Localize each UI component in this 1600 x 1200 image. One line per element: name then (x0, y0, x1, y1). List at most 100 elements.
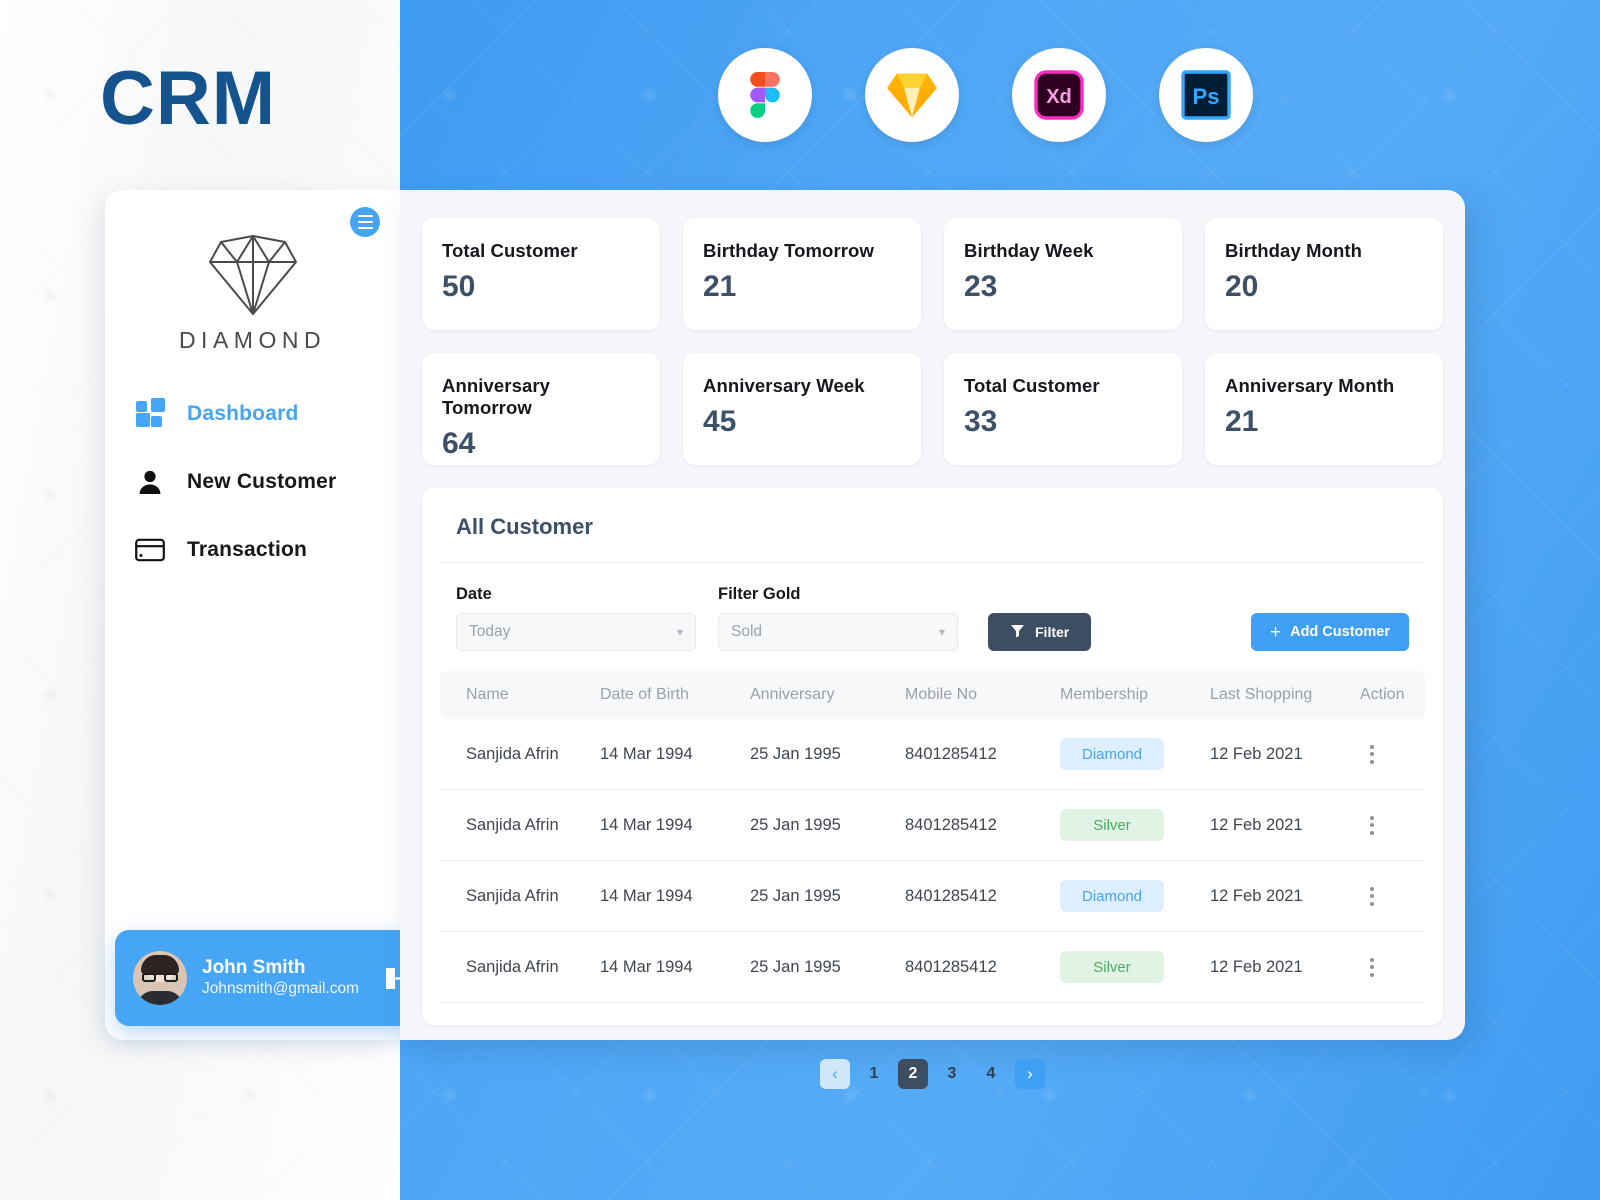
date-select-value: Today (469, 623, 511, 640)
date-filter-label: Date (456, 585, 492, 603)
pagination-page-3[interactable]: 3 (937, 1059, 967, 1089)
cell-name: Sanjida Afrin (440, 931, 600, 1003)
gold-filter-label: Filter Gold (718, 585, 801, 603)
filter-button-label: Filter (1035, 624, 1070, 640)
stat-card-value: 20 (1225, 270, 1259, 303)
cell-mobile-no: 8401285412 (905, 719, 1060, 790)
row-action-menu-icon[interactable] (1360, 815, 1384, 835)
pagination-page-4[interactable]: 4 (976, 1059, 1006, 1089)
stat-cards-grid: Total Customer 50 Birthday Tomorrow 21 B… (422, 218, 1443, 465)
stat-card-label: Anniversary Month (1225, 375, 1395, 396)
stat-card-label: Total Customer (442, 240, 578, 261)
cell-last-shopping: 12 Feb 2021 (1210, 860, 1360, 932)
column-header-anniversary: Anniversary (750, 671, 905, 719)
stat-card-value: 23 (964, 270, 998, 303)
date-select[interactable]: Today ▾ (456, 613, 696, 651)
hamburger-line (357, 220, 373, 224)
grid-icon (133, 398, 167, 427)
stat-card: Anniversary Month 21 (1205, 353, 1443, 465)
row-action-menu-icon[interactable] (1360, 957, 1384, 977)
status-badge: Silver (1060, 809, 1164, 841)
cell-name: Sanjida Afrin (440, 860, 600, 932)
row-action-menu-icon[interactable] (1360, 886, 1384, 906)
status-badge: Diamond (1060, 880, 1164, 912)
stat-card-label: Total Customer (964, 375, 1100, 396)
table-row[interactable]: Sanjida Afrin 14 Mar 1994 25 Jan 1995 84… (440, 789, 1425, 861)
cell-membership: Diamond (1060, 860, 1210, 932)
tool-icons-row: Xd Ps (718, 48, 1253, 142)
stat-card: Anniversary Tomorrow 64 (422, 353, 660, 465)
cell-last-shopping: 12 Feb 2021 (1210, 931, 1360, 1003)
chevron-down-icon: ▾ (938, 625, 945, 639)
add-customer-button[interactable]: + Add Customer (1250, 613, 1409, 651)
gold-filter-field: Filter Gold Sold ▾ (718, 585, 958, 651)
gold-select[interactable]: Sold ▾ (718, 613, 958, 651)
stat-card-label: Anniversary Tomorrow (442, 375, 551, 418)
status-badge: Diamond (1060, 738, 1164, 770)
gold-select-value: Sold (731, 623, 763, 640)
hamburger-line (357, 214, 373, 218)
stat-card: Total Customer 50 (422, 218, 660, 330)
cell-name: Sanjida Afrin (440, 719, 600, 790)
table-row[interactable]: Sanjida Afrin 14 Mar 1994 25 Jan 1995 84… (440, 931, 1425, 1003)
cell-date-of-birth: 14 Mar 1994 (600, 860, 750, 932)
pagination-prev-button[interactable]: ‹ (820, 1059, 850, 1089)
cell-mobile-no: 8401285412 (905, 931, 1060, 1003)
pagination-page-1[interactable]: 1 (859, 1059, 889, 1089)
cell-last-shopping: 12 Feb 2021 (1210, 719, 1360, 790)
user-identity: John Smith Johnsmith@gmail.com (202, 956, 359, 1001)
brand-logo-word: DIAMOND (178, 327, 327, 353)
user-email: Johnsmith@gmail.com (202, 980, 360, 998)
cell-last-shopping: 12 Feb 2021 (1210, 789, 1360, 861)
status-badge: Silver (1060, 951, 1164, 983)
cell-action (1360, 860, 1425, 932)
stat-card-value: 50 (442, 270, 476, 303)
sidebar-item-label: Transaction (187, 538, 308, 561)
cell-membership: Silver (1060, 789, 1210, 861)
sidebar-item-new-customer[interactable]: New Customer (105, 448, 400, 516)
sidebar-nav: Dashboard New Customer Transaction (105, 380, 400, 584)
stat-card-value: 45 (703, 405, 737, 438)
cell-membership: Diamond (1060, 719, 1210, 790)
sidebar-item-label: New Customer (187, 470, 337, 493)
screenshot-root: CRM Xd Ps DIAMOND Dashboard New Customer… (0, 0, 1600, 1200)
cell-name: Sanjida Afrin (440, 789, 600, 861)
stat-card: Anniversary Week 45 (683, 353, 921, 465)
column-header-last-shopping: Last Shopping (1210, 671, 1360, 719)
main-content: Total Customer 50 Birthday Tomorrow 21 B… (400, 190, 1465, 1089)
add-customer-button-label: Add Customer (1290, 624, 1390, 640)
plus-icon: + (1269, 621, 1282, 643)
filter-button[interactable]: Filter (988, 613, 1092, 651)
sidebar-item-transaction[interactable]: Transaction (105, 516, 400, 584)
table-row[interactable]: Sanjida Afrin 14 Mar 1994 25 Jan 1995 84… (440, 719, 1425, 790)
stat-card-label: Birthday Month (1225, 240, 1363, 261)
hamburger-line (357, 226, 373, 230)
table-row[interactable]: Sanjida Afrin 14 Mar 1994 25 Jan 1995 84… (440, 860, 1425, 932)
customers-table: Name Date of Birth Anniversary Mobile No… (440, 671, 1425, 1003)
sidebar: DIAMOND Dashboard New Customer Transacti… (105, 190, 400, 1040)
stat-card-label: Birthday Tomorrow (703, 240, 874, 261)
cell-date-of-birth: 14 Mar 1994 (600, 789, 750, 861)
svg-text:Xd: Xd (1046, 86, 1072, 108)
stat-card-value: 64 (442, 427, 476, 460)
cell-anniversary: 25 Jan 1995 (750, 789, 905, 861)
sidebar-item-dashboard[interactable]: Dashboard (105, 380, 400, 448)
panel-title: All Customer (440, 488, 1425, 563)
cell-anniversary: 25 Jan 1995 (750, 860, 905, 932)
user-profile-card[interactable]: John Smith Johnsmith@gmail.com (115, 930, 427, 1026)
row-action-menu-icon[interactable] (1360, 744, 1384, 764)
funnel-icon (1010, 623, 1025, 641)
cell-action (1360, 931, 1425, 1003)
column-header-name: Name (440, 671, 600, 719)
pagination-next-button[interactable]: › (1015, 1059, 1045, 1089)
date-filter-field: Date Today ▾ (456, 585, 696, 651)
pagination-page-2[interactable]: 2 (898, 1059, 928, 1089)
pagination: ‹ 1 2 3 4 › (422, 1059, 1443, 1089)
column-header-membership: Membership (1060, 671, 1210, 719)
cell-date-of-birth: 14 Mar 1994 (600, 931, 750, 1003)
cell-mobile-no: 8401285412 (905, 860, 1060, 932)
avatar (133, 951, 187, 1005)
photoshop-icon: Ps (1159, 48, 1253, 142)
cell-anniversary: 25 Jan 1995 (750, 719, 905, 790)
column-header-date-of-birth: Date of Birth (600, 671, 750, 719)
